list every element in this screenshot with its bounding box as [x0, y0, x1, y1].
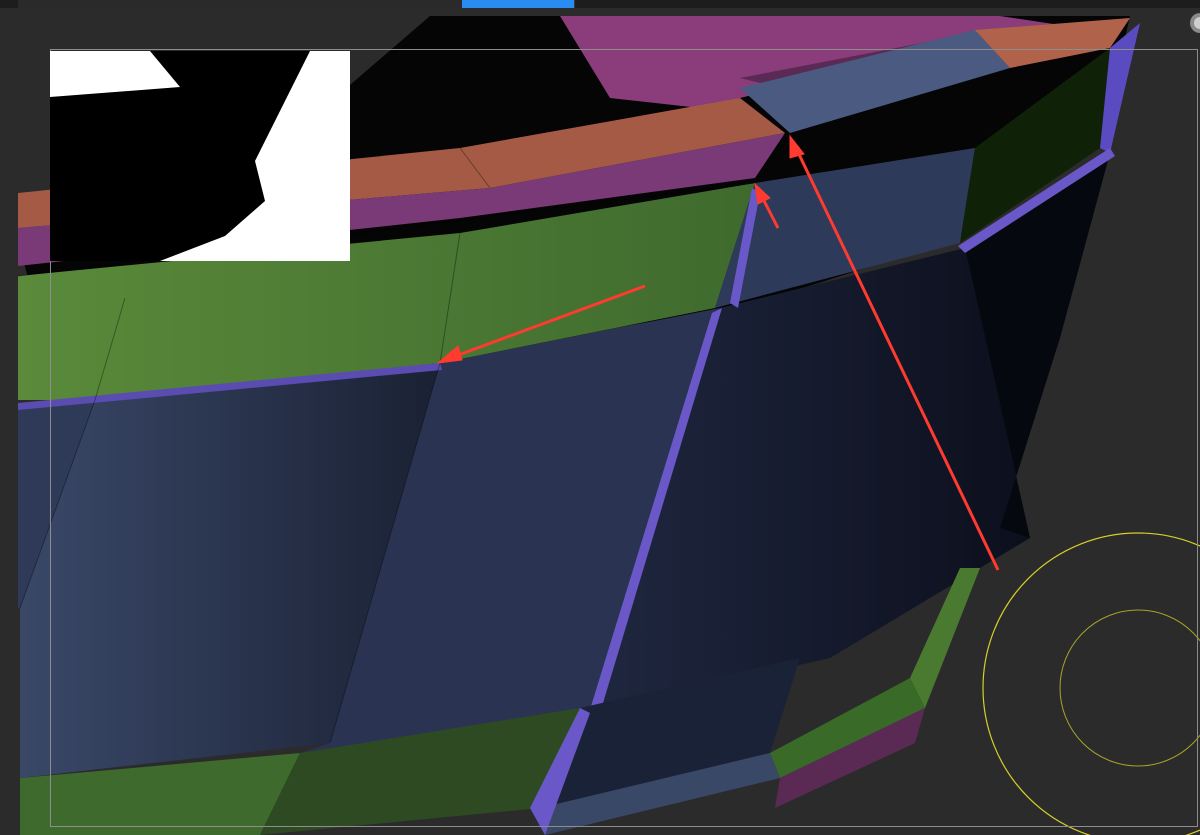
tab-3[interactable]	[238, 0, 349, 8]
mask-preview-thumbnail[interactable]	[50, 51, 350, 261]
orientation-gizmo-icon[interactable]	[1188, 6, 1200, 40]
tab-active[interactable]	[462, 0, 575, 8]
tab-1[interactable]	[18, 0, 129, 8]
tab-4[interactable]	[348, 0, 463, 8]
top-tab-bar	[0, 0, 1200, 8]
tab-2[interactable]	[128, 0, 239, 8]
